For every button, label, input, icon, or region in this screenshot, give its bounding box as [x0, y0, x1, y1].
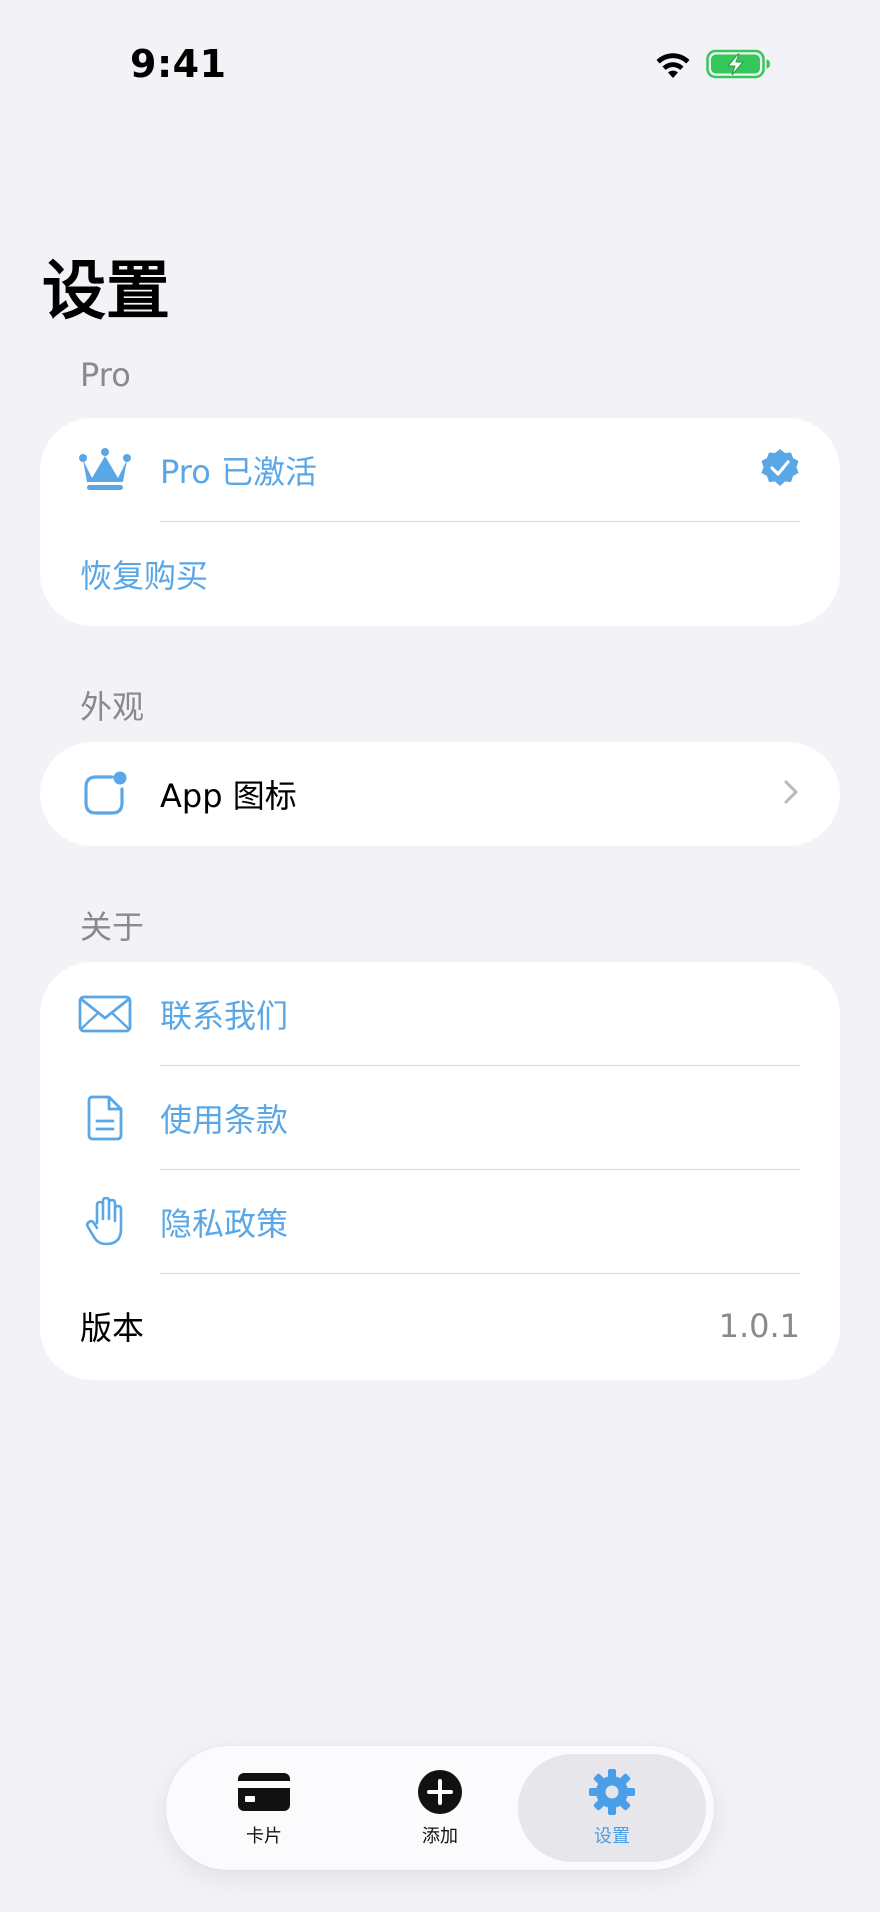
app-icon-label: App 图标 [160, 777, 297, 815]
terms-of-use-label: 使用条款 [160, 1101, 289, 1139]
privacy-policy-label: 隐私政策 [160, 1205, 289, 1243]
battery-charging-icon [706, 49, 770, 79]
settings-screen: 9:41 设置 Pro Pro 已激活 恢复购买 外观 App 图标 关于 联系… [0, 0, 880, 1912]
card-about: 联系我们 使用条款 隐私政策 版本 1.0.1 [40, 962, 840, 1380]
crown-icon [76, 441, 134, 499]
version-label: 版本 [80, 1309, 145, 1347]
tab-add[interactable]: 添加 [350, 1754, 530, 1862]
row-restore-purchase[interactable]: 恢复购买 [40, 522, 840, 626]
tab-bar: 卡片 添加 设置 [166, 1746, 714, 1870]
section-header-appearance: 外观 [80, 688, 145, 726]
tab-cards-label: 卡片 [246, 1826, 282, 1847]
wifi-icon [656, 53, 690, 78]
tab-settings-label: 设置 [594, 1826, 630, 1847]
plus-circle-icon [412, 1768, 468, 1816]
version-value: 1.0.1 [718, 1307, 800, 1345]
row-app-icon[interactable]: App 图标 [40, 742, 840, 846]
row-privacy-policy[interactable]: 隐私政策 [40, 1170, 840, 1274]
contact-us-label: 联系我们 [160, 997, 289, 1035]
chevron-right-icon [782, 778, 800, 810]
card-icon [236, 1768, 292, 1816]
gear-icon [584, 1768, 640, 1816]
page-title: 设置 [42, 255, 170, 329]
row-terms-of-use[interactable]: 使用条款 [40, 1066, 840, 1170]
restore-purchase-label: 恢复购买 [80, 557, 209, 595]
tab-add-label: 添加 [422, 1826, 458, 1847]
card-appearance: App 图标 [40, 742, 840, 846]
app-icon-badge-icon [76, 765, 134, 823]
hand-raised-icon [76, 1193, 134, 1251]
verified-badge-icon [760, 448, 800, 492]
status-time: 9:41 [130, 42, 227, 86]
tab-cards[interactable]: 卡片 [174, 1754, 354, 1862]
row-version: 版本 1.0.1 [40, 1274, 840, 1378]
tab-settings[interactable]: 设置 [518, 1754, 706, 1862]
pro-activated-label: Pro 已激活 [160, 453, 317, 491]
row-contact-us[interactable]: 联系我们 [40, 962, 840, 1066]
status-bar: 9:41 [0, 0, 880, 130]
section-header-pro: Pro [80, 356, 131, 394]
envelope-icon [76, 985, 134, 1043]
section-header-about: 关于 [80, 908, 145, 946]
card-pro: Pro 已激活 恢复购买 [40, 418, 840, 626]
row-pro-activated[interactable]: Pro 已激活 [40, 418, 840, 522]
document-icon [76, 1089, 134, 1147]
